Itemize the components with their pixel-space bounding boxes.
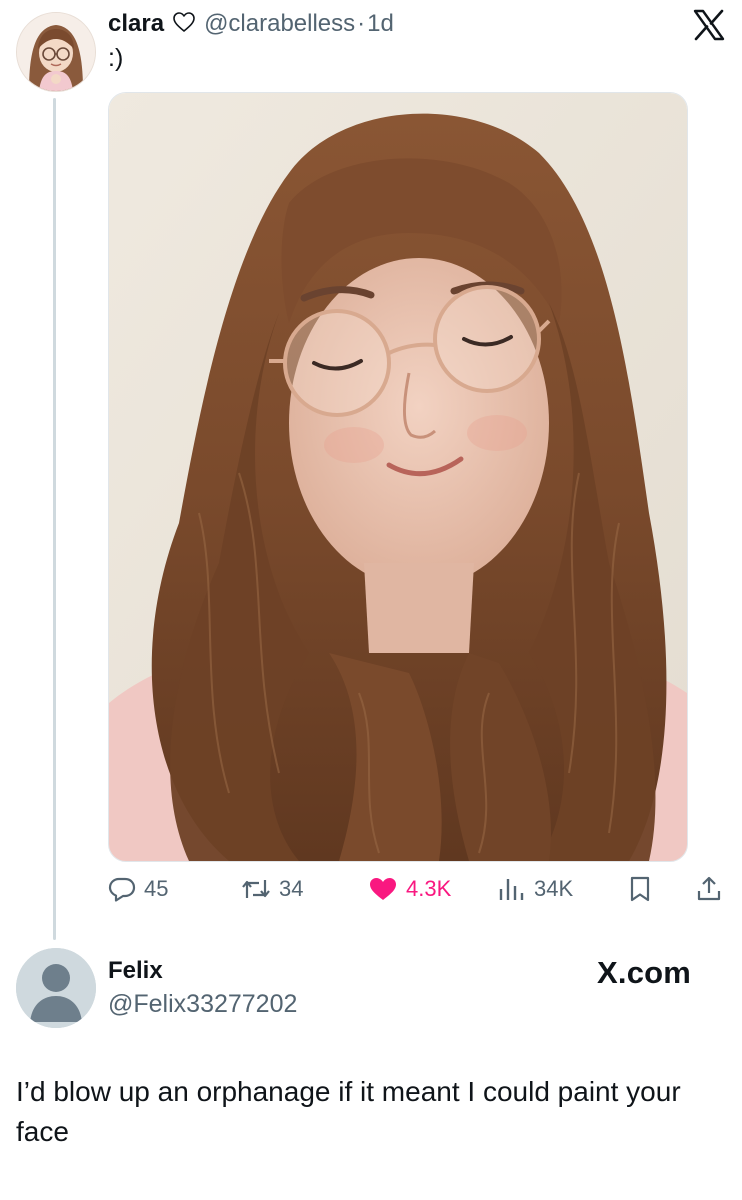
- tweet-text: :): [108, 44, 124, 72]
- time-separator: ·: [357, 10, 366, 37]
- felix-default-avatar[interactable]: [16, 948, 96, 1028]
- tweet-timestamp[interactable]: 1d: [367, 10, 394, 38]
- author-handle[interactable]: @clarabelless: [204, 10, 355, 38]
- thread-connector-line: [53, 98, 56, 940]
- repost-button[interactable]: 34: [241, 866, 303, 912]
- repost-icon: [241, 876, 271, 902]
- tweet-photo[interactable]: [108, 92, 688, 862]
- views-button[interactable]: 34K: [498, 866, 573, 912]
- tweet-action-bar: 45 34 4.3K 34K: [108, 866, 730, 912]
- reply-icon: [108, 876, 136, 902]
- views-count: 34K: [534, 876, 574, 901]
- views-chart-icon: [498, 876, 526, 902]
- reply-button[interactable]: 45: [108, 866, 168, 912]
- like-button[interactable]: 4.3K: [368, 866, 451, 912]
- reply-text: I’d blow up an orphanage if it meant I c…: [16, 1076, 681, 1147]
- bookmark-button[interactable]: [628, 866, 652, 912]
- heart-filled-icon: [368, 876, 398, 902]
- share-button[interactable]: [696, 866, 722, 912]
- reply-count: 45: [144, 876, 169, 901]
- repost-count: 34: [279, 876, 304, 901]
- reply-author-handle[interactable]: @Felix33277202: [108, 990, 297, 1019]
- x-logo-icon[interactable]: [692, 8, 726, 42]
- author-display-name[interactable]: clara: [108, 10, 164, 38]
- like-count: 4.3K: [406, 876, 452, 901]
- x-com-watermark: X.com: [597, 955, 692, 990]
- tweet-header: clara @clarabelless · 1d: [108, 7, 394, 41]
- heart-outline-icon: [172, 11, 196, 38]
- reply-author-name[interactable]: Felix: [108, 957, 163, 985]
- bookmark-icon: [628, 875, 652, 903]
- clara-avatar[interactable]: [16, 12, 96, 92]
- share-icon: [696, 875, 722, 903]
